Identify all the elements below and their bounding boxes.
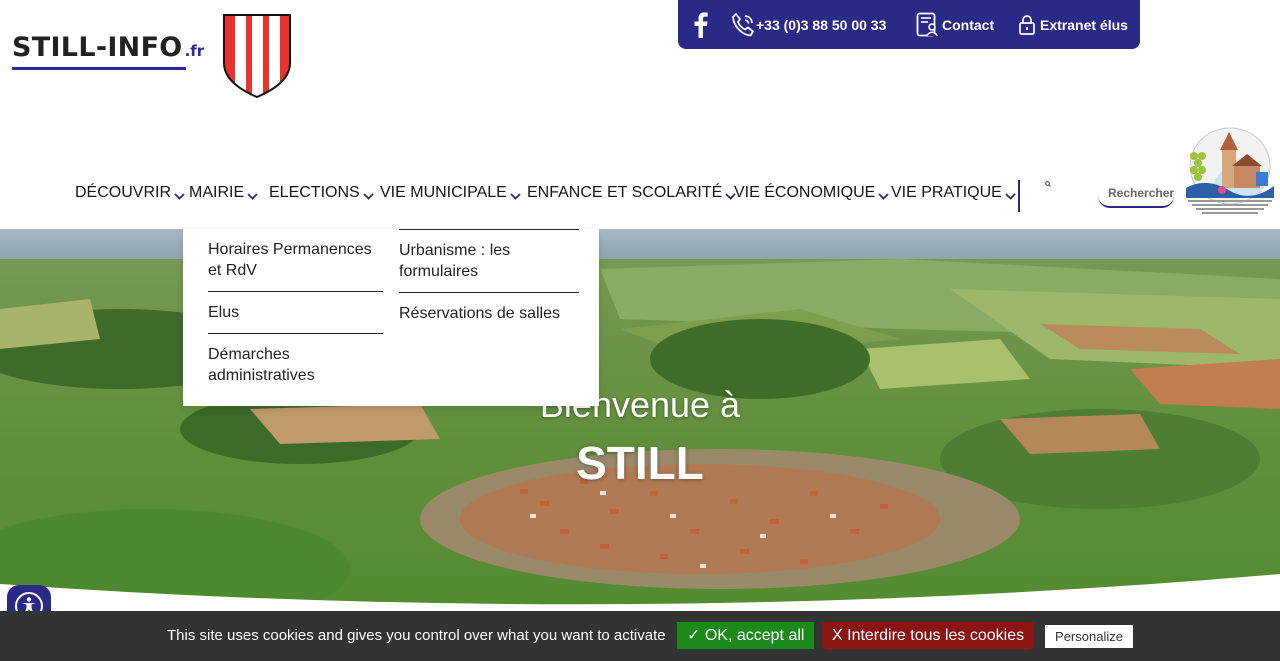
mairie-dropdown-menu: Horaires Permanences et RdV Elus Démarch… — [183, 229, 599, 406]
nav-item-vie-pratique[interactable]: VIE PRATIQUE — [891, 170, 1016, 216]
contact-icon — [916, 12, 939, 36]
dropdown-item-horaires[interactable]: Horaires Permanences et RdV — [208, 229, 383, 291]
deny-all-cookies-button[interactable]: X Interdire tous les cookies — [822, 622, 1035, 649]
contact-label: Contact — [942, 16, 995, 33]
nav-item-label: MAIRIE — [189, 184, 245, 201]
chevron-down-icon — [363, 192, 374, 200]
site-logo[interactable]: STILL-INFO .fr — [12, 32, 205, 70]
search-input[interactable] — [1098, 180, 1174, 208]
chevron-down-icon — [878, 192, 889, 200]
extranet-link[interactable]: Extranet élus — [1018, 0, 1128, 49]
chevron-down-icon — [174, 192, 185, 200]
nav-item-label: ENFANCE ET SCOLARITÉ — [527, 184, 723, 201]
dropdown-item-demarches[interactable]: Démarches administratives — [208, 333, 383, 396]
logo-text: STILL-INFO — [12, 32, 183, 63]
nav-item-vie-economique[interactable]: VIE ÉCONOMIQUE — [734, 170, 889, 216]
logo-underline — [12, 67, 186, 70]
chevron-down-icon — [247, 192, 258, 200]
accept-all-cookies-button[interactable]: ✓ OK, accept all — [677, 622, 815, 649]
dropdown-item-reservations[interactable]: Réservations de salles — [399, 292, 579, 334]
hero-title: STILL — [576, 437, 704, 489]
search-icon[interactable] — [1045, 181, 1051, 187]
communaute-de-communes-logo[interactable] — [1182, 126, 1278, 222]
coat-of-arms-icon — [223, 14, 291, 99]
main-nav: DÉCOUVRIR MAIRIE ELECTIONS VIE MUNICIPAL… — [0, 170, 1180, 216]
nav-item-mairie[interactable]: MAIRIE — [189, 170, 258, 216]
cookie-message: This site uses cookies and gives you con… — [167, 627, 666, 644]
dropdown-item-urbanisme[interactable]: Urbanisme : les formulaires — [399, 229, 579, 292]
personalize-cookies-button[interactable]: Personalize — [1045, 625, 1133, 648]
facebook-link[interactable] — [694, 0, 708, 49]
dropdown-item-elus[interactable]: Elus — [208, 291, 383, 333]
nav-item-label: VIE ÉCONOMIQUE — [734, 184, 876, 201]
logo-tld: .fr — [184, 42, 205, 60]
top-bar: +33 (0)3 88 50 00 33 Contact Extranet él… — [678, 0, 1140, 49]
lock-icon — [1019, 14, 1035, 35]
phone-link[interactable]: +33 (0)3 88 50 00 33 — [730, 0, 886, 49]
chevron-down-icon — [510, 192, 521, 200]
phone-icon — [732, 12, 754, 36]
nav-item-label: VIE PRATIQUE — [891, 184, 1002, 201]
nav-item-enfance-scolarite[interactable]: ENFANCE ET SCOLARITÉ — [527, 170, 736, 216]
chevron-down-icon — [1005, 192, 1016, 200]
nav-item-vie-municipale[interactable]: VIE MUNICIPALE — [380, 170, 521, 216]
nav-item-decouvrir[interactable]: DÉCOUVRIR — [75, 170, 185, 216]
dropdown-column: Horaires Permanences et RdV Elus Démarch… — [208, 229, 383, 396]
nav-divider — [1018, 180, 1020, 212]
nav-item-label: VIE MUNICIPALE — [380, 184, 507, 201]
extranet-label: Extranet élus — [1040, 16, 1128, 33]
nav-item-label: ELECTIONS — [269, 184, 360, 201]
dropdown-column: Urbanisme : les formulaires Réservations… — [399, 229, 579, 334]
nav-item-label: DÉCOUVRIR — [75, 184, 172, 201]
contact-link[interactable]: Contact — [916, 0, 994, 49]
cookie-banner: This site uses cookies and gives you con… — [0, 611, 1280, 661]
facebook-icon — [694, 11, 708, 38]
phone-number: +33 (0)3 88 50 00 33 — [756, 16, 887, 33]
nav-item-elections[interactable]: ELECTIONS — [269, 170, 374, 216]
